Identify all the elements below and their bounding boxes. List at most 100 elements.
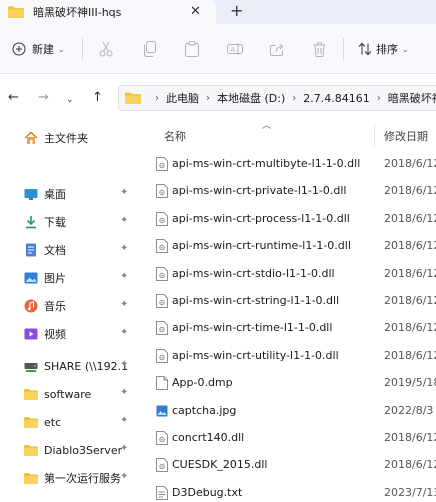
document-icon [26,243,36,257]
address-bar[interactable]: › 此电脑 › 本地磁盘 (D:) › 2.7.4.84161 › 暗黑破坏神I… [118,85,436,111]
video-icon [24,328,38,340]
file-row[interactable]: api-ms-win-crt-multibyte-l1-1-0.dll 2018/… [140,153,436,175]
file-modified-date: 2018/6/12 [384,294,436,307]
home-icon [24,131,38,144]
file-name: api-ms-win-crt-private-l1-1-0.dll [172,184,347,198]
dll-file-icon [156,321,168,336]
file-row[interactable]: api-ms-win-crt-time-l1-1-0.dll 2018/6/12 [140,317,436,339]
column-header-date[interactable]: 修改日期 [384,128,428,144]
new-tab-button[interactable]: + [230,2,243,20]
dll-file-icon [156,348,168,363]
file-modified-date: 2023/7/13 [384,485,436,499]
file-row[interactable]: api-ms-win-crt-private-l1-1-0.dll 2018/6/… [140,180,436,202]
pin-icon[interactable]: ✦ [120,187,128,198]
file-modified-date: 2019/5/18 [384,376,436,390]
file-name: api-ms-win-crt-process-l1-1-0.dll [172,211,350,225]
dll-file-icon [156,458,168,473]
sidebar-item-pictures[interactable]: 图片 ✦ [24,268,136,288]
dll-file-icon [156,157,168,171]
file-name: api-ms-win-crt-multibyte-l1-1-0.dll [172,157,361,170]
breadcrumb-version[interactable]: 2.7.4.84161 [303,92,369,105]
sidebar-item-etc[interactable]: etc ✦ [24,412,136,432]
rename-button[interactable]: A [227,39,243,59]
file-modified-date: 2018/6/12 [384,348,436,362]
sidebar-item-videos[interactable]: 视频 ✦ [24,324,136,344]
folder-icon [24,445,38,456]
pin-icon[interactable]: ✦ [120,415,128,426]
breadcrumb-this-pc[interactable]: 此电脑 [166,90,199,106]
sidebar-item-home[interactable]: 主文件夹 [24,128,136,148]
text-file-icon [156,485,168,500]
network-drive-icon [24,363,38,372]
cut-button[interactable] [99,39,113,59]
file-row[interactable]: api-ms-win-crt-stdio-l1-1-0.dll 2018/6/12 [140,263,436,285]
recent-locations-chevron-icon[interactable]: ⌄ [66,91,74,109]
toolbar-divider [82,38,83,60]
tab-title: 暗黑破坏神III-hqs [33,6,122,19]
pin-icon[interactable]: ✦ [120,271,128,282]
dll-file-icon [156,184,168,199]
pin-icon[interactable]: ✦ [120,387,128,398]
sidebar-item-share-drive[interactable]: SHARE (\\192.1 ✦ [24,356,136,376]
file-row[interactable]: api-ms-win-crt-runtime-l1-1-0.dll 2018/6/… [140,235,436,257]
file-modified-date: 2018/6/12 [384,431,436,444]
folder-icon [8,6,24,18]
desktop-icon [24,189,38,200]
sidebar-item-music[interactable]: 音乐 ✦ [24,296,136,316]
file-row[interactable]: CUESDK_2015.dll 2018/6/12 [140,454,436,476]
navigation-bar: ← → ⌄ ↑ › 此电脑 › 本地磁盘 (D:) › 2.7.4.84161 … [0,74,436,122]
file-row[interactable]: captcha.jpg 2022/8/3 [140,400,436,422]
sort-button[interactable]: 排序 ⌄ [358,39,409,59]
close-tab-icon[interactable]: ✕ [190,4,201,20]
pin-icon[interactable]: ✦ [120,243,128,254]
delete-button[interactable] [313,39,326,59]
breadcrumb-separator-icon: › [206,92,210,104]
pin-icon[interactable]: ✦ [120,299,128,310]
scissors-icon [99,41,113,57]
pin-icon[interactable]: ✦ [120,359,128,370]
sidebar-item-software[interactable]: software ✦ [24,384,136,404]
title-bar: 暗黑破坏神III-hqs ✕ + [0,0,436,24]
file-name: App-0.dmp [172,376,233,390]
pin-icon[interactable]: ✦ [120,327,128,338]
file-name: api-ms-win-crt-runtime-l1-1-0.dll [172,239,351,253]
sidebar-item-desktop[interactable]: 桌面 ✦ [24,184,136,204]
sort-button-label: 排序 [376,43,398,56]
file-row[interactable]: api-ms-win-crt-string-l1-1-0.dll 2018/6/1… [140,290,436,312]
window-tab[interactable]: 暗黑破坏神III-hqs ✕ [0,0,216,24]
file-row[interactable]: App-0.dmp 2019/5/18 [140,372,436,394]
file-row[interactable]: D3Debug.txt 2023/7/13 [140,482,436,502]
sidebar-item-documents[interactable]: 文档 ✦ [24,240,136,260]
paste-button[interactable] [185,39,199,59]
file-name: api-ms-win-crt-string-l1-1-0.dll [172,294,340,307]
copy-button[interactable] [143,39,157,59]
folder-icon [24,389,38,400]
pin-icon[interactable]: ✦ [120,443,128,454]
file-modified-date: 2018/6/12 [384,239,436,253]
sidebar-item-downloads[interactable]: 下载 ✦ [24,212,136,232]
breadcrumb-current-folder[interactable]: 暗黑破坏神III [388,90,436,106]
forward-arrow-icon[interactable]: → [38,89,49,107]
file-modified-date: 2018/6/12 [384,184,436,198]
copy-icon [144,41,156,57]
share-button[interactable] [270,39,285,59]
sidebar-item-first-run-service[interactable]: 第一次运行服务 ✦ [24,468,136,488]
column-divider[interactable] [374,124,375,146]
dll-file-icon [156,211,168,226]
file-row[interactable]: concrt140.dll 2018/6/12 [140,427,436,449]
svg-text:A: A [231,47,236,54]
new-button[interactable]: 新建 ⌄ [12,39,65,59]
up-arrow-icon[interactable]: ↑ [92,89,103,107]
column-header-name[interactable]: 名称 [164,128,186,144]
pin-icon[interactable]: ✦ [120,471,128,482]
back-arrow-icon[interactable]: ← [8,89,19,107]
dll-file-icon [156,294,168,308]
sidebar-item-diablo3server[interactable]: Diablo3Server ✦ [24,440,136,460]
file-row[interactable]: api-ms-win-crt-process-l1-1-0.dll 2018/6/… [140,208,436,230]
file-name: api-ms-win-crt-time-l1-1-0.dll [172,321,333,335]
paste-icon [185,41,199,57]
file-row[interactable]: api-ms-win-crt-utility-l1-1-0.dll 2018/6/… [140,345,436,367]
breadcrumb-separator-icon: › [155,92,159,104]
breadcrumb-local-disk[interactable]: 本地磁盘 (D:) [217,90,285,106]
pin-icon[interactable]: ✦ [120,215,128,226]
